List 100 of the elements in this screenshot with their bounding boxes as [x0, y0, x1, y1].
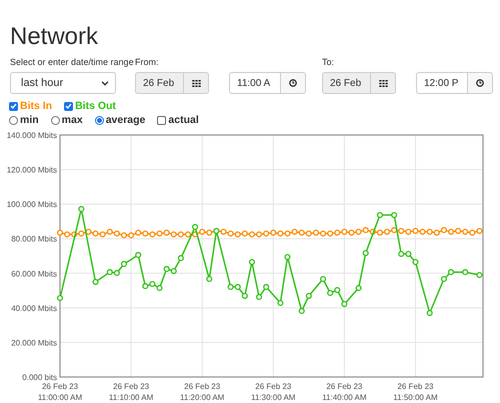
point — [298, 230, 305, 236]
point — [242, 230, 248, 237]
point — [178, 231, 184, 238]
y-tick-label: 60.000 Mbits — [11, 269, 57, 278]
point — [149, 231, 156, 238]
point — [412, 228, 419, 234]
point — [341, 228, 348, 235]
point — [142, 283, 148, 290]
mode-checkbox[interactable] — [157, 116, 166, 124]
series-label: Bits In — [20, 100, 52, 112]
point — [455, 228, 462, 234]
series-label: Bits Out — [75, 100, 116, 112]
point — [263, 284, 270, 290]
point — [192, 224, 198, 230]
point — [156, 230, 163, 237]
point — [234, 231, 241, 238]
point — [248, 259, 255, 266]
calendar-button[interactable] — [183, 72, 209, 94]
point — [306, 292, 312, 299]
point — [228, 230, 234, 237]
point — [440, 276, 447, 282]
point — [362, 227, 369, 234]
mode-radio[interactable] — [50, 116, 60, 124]
point — [426, 228, 433, 235]
point — [426, 310, 433, 316]
date-field[interactable]: 26 Feb — [322, 72, 370, 94]
point — [56, 230, 64, 236]
clock-button[interactable] — [467, 72, 493, 94]
y-tick-label: 40.000 Mbits — [11, 304, 57, 313]
clock-icon — [476, 79, 484, 87]
point — [270, 230, 276, 236]
point — [398, 228, 404, 234]
page-title: Network — [9, 22, 100, 51]
point — [106, 269, 113, 276]
clock-button[interactable] — [280, 72, 306, 94]
point — [391, 212, 398, 218]
point — [170, 231, 177, 238]
point — [228, 284, 234, 290]
point — [120, 260, 128, 267]
point — [170, 268, 177, 274]
point — [135, 230, 142, 236]
point — [156, 284, 163, 292]
mode-radio[interactable] — [9, 116, 18, 124]
point — [405, 250, 412, 257]
point — [448, 228, 454, 235]
point — [284, 254, 291, 260]
point — [263, 230, 270, 237]
y-tick-label: 20.000 Mbits — [11, 338, 57, 348]
point — [320, 230, 326, 237]
x-tick-label: 26 Feb 23 11:40:00 AM — [322, 382, 367, 402]
x-tick-label: 26 Feb 23 11:50:00 AM — [393, 382, 438, 402]
range-select[interactable]: last hour — [10, 72, 116, 94]
point — [78, 206, 84, 212]
point — [234, 284, 241, 290]
y-tick-label: 140.000 Mbits — [6, 131, 57, 140]
series-checkbox[interactable] — [9, 102, 18, 110]
date-field[interactable]: 26 Feb — [135, 72, 183, 94]
point — [420, 228, 426, 235]
point — [256, 231, 262, 238]
mode-label: average — [106, 114, 146, 126]
point — [92, 278, 99, 285]
point — [398, 250, 404, 257]
point — [149, 280, 156, 288]
point — [206, 276, 212, 282]
point — [64, 231, 70, 238]
point — [164, 230, 170, 236]
point — [476, 272, 482, 278]
point — [440, 227, 447, 234]
point — [348, 230, 355, 236]
mode-label: min — [20, 114, 39, 126]
point — [356, 228, 362, 235]
point — [292, 228, 298, 235]
mode-label: actual — [168, 114, 199, 126]
point — [334, 287, 340, 294]
series-checkbox[interactable] — [64, 102, 74, 110]
point — [120, 232, 128, 238]
point — [327, 290, 334, 296]
point — [412, 259, 419, 266]
time-field[interactable]: 11:00 A — [229, 72, 280, 94]
calendar-button[interactable] — [370, 72, 396, 94]
point — [56, 294, 64, 302]
point — [178, 255, 184, 262]
chevron-down-icon — [101, 80, 109, 86]
point — [376, 230, 383, 236]
point — [469, 230, 476, 236]
point — [405, 228, 412, 235]
point — [362, 250, 369, 256]
point — [78, 230, 84, 237]
point — [128, 232, 134, 238]
mode-radio[interactable] — [94, 116, 104, 124]
point — [462, 269, 468, 276]
point — [220, 228, 227, 235]
calendar-grid-icon — [192, 80, 200, 86]
point — [184, 231, 192, 238]
point — [277, 300, 284, 306]
field-label: From: — [135, 56, 158, 68]
time-field[interactable]: 12:00 P — [416, 72, 467, 94]
range-label: Select or enter date/time range — [10, 56, 134, 68]
clock-icon — [289, 79, 297, 87]
x-tick-label: 26 Feb 23 11:10:00 AM — [108, 382, 154, 402]
